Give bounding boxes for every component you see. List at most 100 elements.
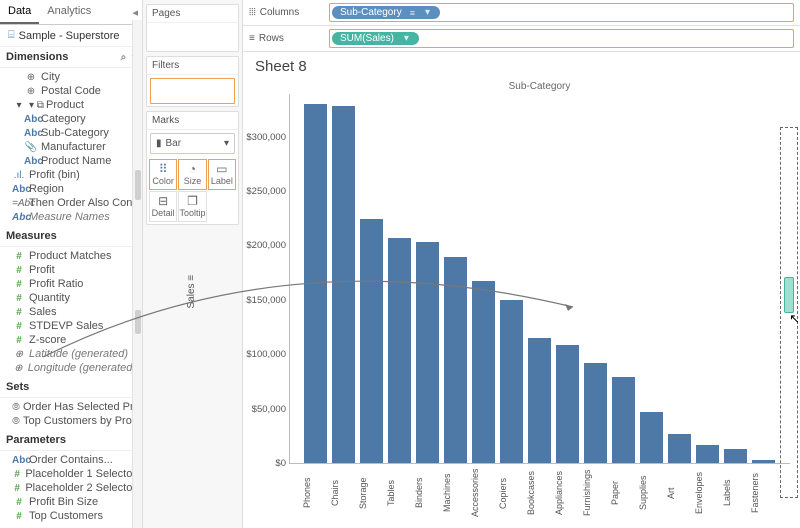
bar-storage[interactable] (360, 219, 383, 463)
rows-shelf-row: ≡Rows SUM(Sales) ▾ (243, 26, 800, 52)
measure-item[interactable]: #Sales (0, 305, 142, 319)
dimension-item[interactable]: =AbcThen Order Also Con... (0, 196, 142, 210)
measure-item[interactable]: #Z-score (0, 333, 142, 347)
parameter-item[interactable]: #Placeholder 1 Selector (0, 467, 142, 481)
mark-color-label: Color (152, 176, 174, 186)
dimension-item[interactable]: .ıl.Profit (bin) (0, 168, 142, 182)
chevron-down-icon[interactable]: ▾ (425, 7, 430, 18)
bar-appliances[interactable] (556, 345, 579, 463)
bar-paper[interactable] (612, 377, 635, 463)
field-label: Order Contains... (29, 454, 113, 466)
parameter-item[interactable]: #Placeholder 2 Selector (0, 481, 142, 495)
bar-fasteners[interactable] (752, 460, 775, 463)
bar-supplies[interactable] (640, 412, 663, 463)
bar-furnishings[interactable] (584, 363, 607, 463)
pages-title: Pages (147, 5, 238, 23)
dimension-item[interactable]: AbcSub-Category (0, 126, 142, 140)
marks-title: Marks (147, 112, 238, 130)
dimensions-header[interactable]: Dimensions ⌕ ▾ (0, 47, 142, 68)
field-label: Profit Bin Size (29, 496, 98, 508)
mark-color[interactable]: ⠿Color (149, 159, 177, 190)
mark-tooltip-label: Tooltip (179, 208, 205, 218)
field-label: Placeholder 2 Selector (25, 482, 136, 494)
bar-labels[interactable] (724, 449, 747, 463)
measure-item[interactable]: #Profit (0, 263, 142, 277)
bar-phones[interactable] (304, 104, 327, 463)
parameters-header[interactable]: Parameters (0, 430, 142, 451)
field-label: Placeholder 1 Selector (25, 468, 136, 480)
parameters-list: AbcOrder Contains...#Placeholder 1 Selec… (0, 451, 142, 525)
dimension-item[interactable]: ⊕City (0, 70, 142, 84)
mark-size-label: Size (184, 176, 202, 186)
dimension-item[interactable]: AbcCategory (0, 112, 142, 126)
bar-copiers[interactable] (500, 300, 523, 463)
x-tick: Furnishings (583, 468, 606, 518)
dimension-item[interactable]: AbcRegion (0, 182, 142, 196)
bar-machines[interactable] (444, 257, 467, 463)
field-label: Longitude (generated) (28, 362, 136, 374)
bar-binders[interactable] (416, 242, 439, 463)
rows-shelf[interactable]: SUM(Sales) ▾ (329, 29, 794, 48)
bar-art[interactable] (668, 434, 691, 463)
x-tick: Art (667, 468, 690, 518)
measures-header[interactable]: Measures (0, 226, 142, 247)
pages-card[interactable]: Pages (146, 4, 239, 52)
datasource-row[interactable]: ⌸ Sample - Superstore (0, 25, 142, 47)
sets-label: Sets (6, 381, 29, 393)
marks-card: Marks ▮ Bar ▾ ⠿Color ◔Size ▭Label ⊟Detai… (146, 111, 239, 225)
measure-item[interactable]: #STDEVP Sales (0, 319, 142, 333)
columns-shelf[interactable]: Sub-Category ≡ ▾ (329, 3, 794, 22)
datasource-name: Sample - Superstore (19, 30, 120, 42)
measure-item[interactable]: ⊕Latitude (generated) (0, 347, 142, 361)
columns-icon: ⦙⦙⦙ (249, 7, 256, 18)
chart-plot[interactable]: $0$50,000$100,000$150,000$200,000$250,00… (289, 94, 790, 464)
collapse-icon[interactable]: ◂ (132, 6, 138, 19)
dimension-item[interactable]: AbcMeasure Names (0, 210, 142, 224)
x-tick: Fasteners (751, 468, 774, 518)
bar-tables[interactable] (388, 238, 411, 463)
chevron-down-icon[interactable]: ▾ (404, 33, 409, 44)
set-item[interactable]: ⦾Top Customers by Profit (0, 414, 142, 428)
dragged-pill-ghost (784, 277, 794, 313)
bar-envelopes[interactable] (696, 445, 719, 464)
set-item[interactable]: ⦾Order Has Selected Pro... (0, 400, 142, 414)
dimension-item[interactable]: ⊕Postal Code (0, 84, 142, 98)
tab-data[interactable]: Data (0, 0, 39, 24)
x-tick: Binders (415, 468, 438, 518)
x-tick: Chairs (331, 468, 354, 518)
mark-label[interactable]: ▭Label (208, 159, 236, 190)
mark-detail[interactable]: ⊟Detail (149, 191, 177, 222)
rows-pill-sum-sales[interactable]: SUM(Sales) ▾ (332, 32, 419, 45)
measures-label: Measures (6, 230, 57, 242)
field-label: Sales (29, 306, 57, 318)
mark-size[interactable]: ◔Size (178, 159, 206, 190)
tab-analytics[interactable]: Analytics (39, 0, 99, 24)
parameter-item[interactable]: AbcOrder Contains... (0, 453, 142, 467)
mark-label-label: Label (211, 176, 233, 186)
bar-accessories[interactable] (472, 281, 495, 463)
cursor-icon: ↖ (789, 311, 800, 327)
datasource-icon: ⌸ (8, 29, 15, 42)
columns-pill-subcategory[interactable]: Sub-Category ≡ ▾ (332, 6, 440, 19)
field-label: Latitude (generated) (29, 348, 128, 360)
measure-item[interactable]: #Quantity (0, 291, 142, 305)
bar-chairs[interactable] (332, 106, 355, 463)
parameter-item[interactable]: #Top Customers (0, 509, 142, 523)
mark-tooltip[interactable]: ❐Tooltip (178, 191, 206, 222)
sheet-title[interactable]: Sheet 8 (243, 52, 800, 77)
dimension-item[interactable]: AbcProduct Name (0, 154, 142, 168)
dimension-item[interactable]: 📎Manufacturer (0, 140, 142, 154)
bar-icon: ▮ (156, 138, 162, 149)
filters-card[interactable]: Filters (146, 56, 239, 107)
measure-item[interactable]: #Profit Ratio (0, 277, 142, 291)
sets-header[interactable]: Sets (0, 377, 142, 398)
measure-item[interactable]: #Product Matches (0, 249, 142, 263)
filters-dropzone[interactable] (150, 78, 235, 104)
measure-item[interactable]: ⊕Longitude (generated) (0, 361, 142, 375)
parameter-item[interactable]: #Profit Bin Size (0, 495, 142, 509)
mark-type-select[interactable]: ▮ Bar ▾ (150, 133, 235, 154)
x-tick: Machines (443, 468, 466, 518)
sidebar-scrollbar[interactable] (132, 20, 142, 528)
dimension-item[interactable]: ▾▾ ⧉Product (0, 98, 142, 112)
bar-bookcases[interactable] (528, 338, 551, 463)
